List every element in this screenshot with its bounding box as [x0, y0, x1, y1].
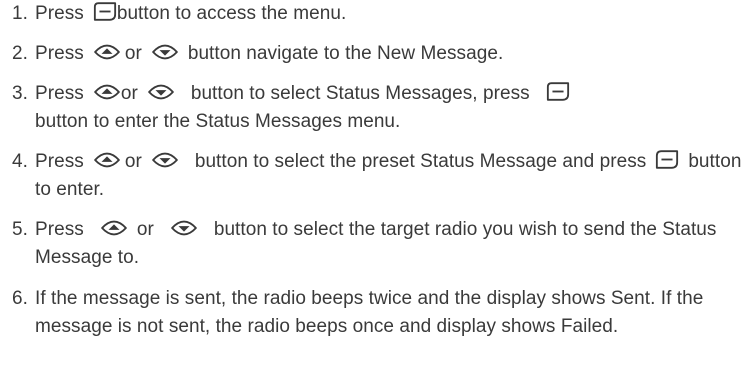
step-2: 2. Press or button navigate to the New Mes… — [12, 40, 752, 68]
step-text: or — [124, 151, 142, 172]
step-number: 2. — [12, 43, 28, 64]
menu-ok-button-icon — [546, 81, 570, 102]
step-text: button to enter the Status Messages menu… — [35, 111, 401, 132]
up-arrow-button-icon — [100, 217, 128, 239]
menu-ok-button-icon — [93, 1, 117, 22]
step-text: or — [120, 83, 138, 104]
step-number: 4. — [12, 151, 28, 172]
step-text: or — [124, 43, 142, 64]
step-text: Press — [35, 83, 84, 104]
step-text: Press — [35, 219, 84, 240]
step-text: or — [136, 219, 154, 240]
step-text: button to access the menu. — [116, 3, 347, 24]
step-6: 6. If the message is sent, the radio bee… — [12, 285, 752, 341]
back-button-icon — [655, 149, 679, 170]
step-text: If the message is sent, the radio beeps … — [35, 288, 704, 337]
step-text: button navigate to the New Message. — [187, 43, 504, 64]
step-text: Press — [35, 43, 84, 64]
step-text: button to select Status Messages, press — [190, 83, 530, 104]
step-4: 4. Press or button to select the preset St… — [12, 148, 752, 204]
down-arrow-button-icon — [170, 217, 198, 239]
step-3: 3. Press or button to select Status Messag… — [12, 80, 752, 136]
down-arrow-button-icon — [147, 81, 175, 103]
up-arrow-button-icon — [93, 81, 121, 103]
step-text: button to select the preset Status Messa… — [194, 151, 647, 172]
step-5: 5. Press or button to select the target ra… — [12, 216, 752, 272]
step-text: Press — [35, 3, 84, 24]
down-arrow-button-icon — [151, 41, 179, 63]
step-number: 5. — [12, 219, 28, 240]
step-1: 1. Press button to access the menu. — [12, 0, 752, 28]
step-text: Press — [35, 151, 84, 172]
up-arrow-button-icon — [93, 41, 121, 63]
step-number: 6. — [12, 288, 28, 309]
up-arrow-button-icon — [93, 149, 121, 171]
down-arrow-button-icon — [151, 149, 179, 171]
step-number: 3. — [12, 83, 28, 104]
step-number: 1. — [12, 3, 28, 24]
